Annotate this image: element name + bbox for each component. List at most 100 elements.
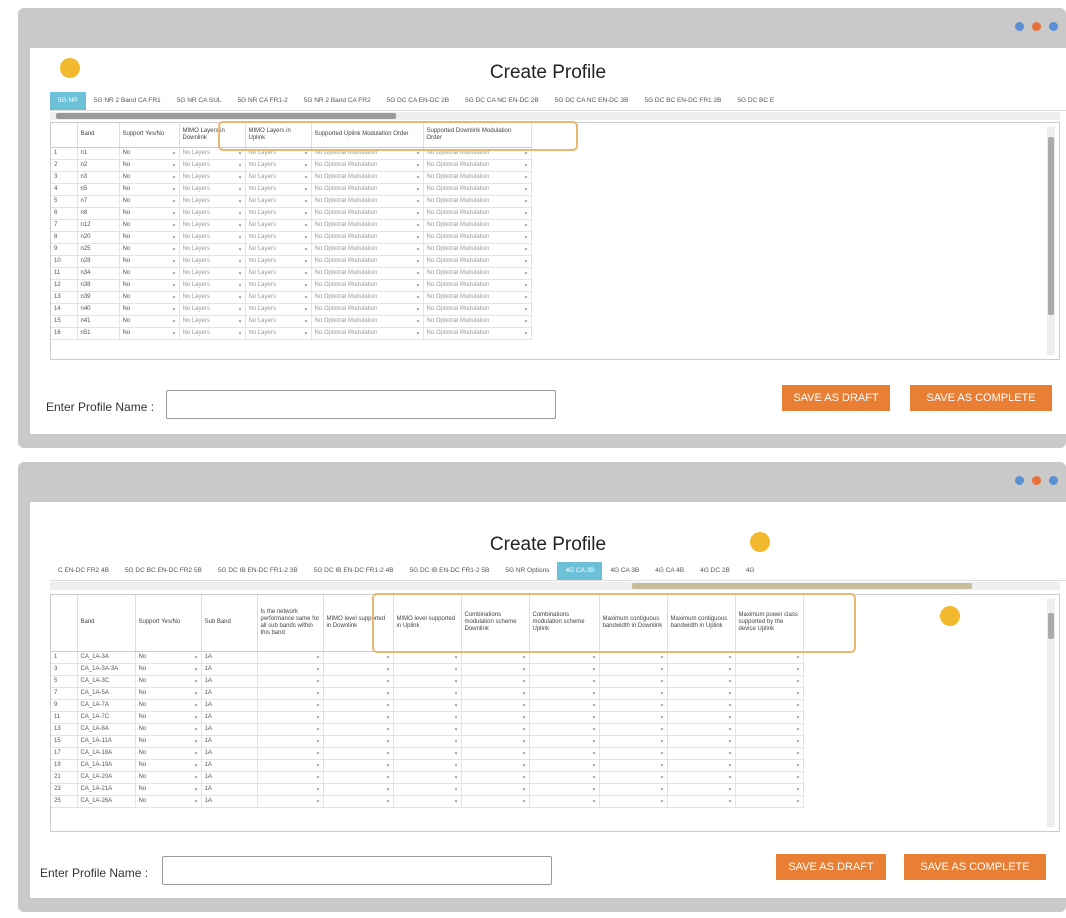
option-select[interactable]: ▾ (323, 759, 394, 772)
mimo-downlink-select[interactable]: No Layers ▾ (179, 327, 246, 340)
option-select[interactable]: ▾ (393, 663, 462, 676)
band-tab[interactable]: 5G DC BC E (729, 92, 782, 110)
downlink-modulation-select[interactable]: No Optional Modulation ▾ (423, 279, 532, 292)
option-select[interactable]: ▾ (257, 783, 324, 796)
downlink-modulation-select[interactable]: No Optional Modulation ▾ (423, 183, 532, 196)
scrollbar-thumb[interactable] (1048, 613, 1054, 639)
mimo-uplink-select[interactable]: No Layers ▾ (245, 327, 312, 340)
option-select[interactable]: ▾ (667, 699, 736, 712)
option-select[interactable]: ▾ (393, 747, 462, 760)
option-select[interactable]: ▾ (257, 735, 324, 748)
option-select[interactable]: ▾ (667, 687, 736, 700)
uplink-modulation-select[interactable]: No Optional Modulation ▾ (311, 171, 424, 184)
option-select[interactable]: ▾ (529, 735, 600, 748)
profile-name-input[interactable] (162, 856, 552, 885)
save-complete-button[interactable]: SAVE AS COMPLETE (904, 854, 1046, 880)
mimo-uplink-select[interactable]: No Layers ▾ (245, 255, 312, 268)
option-select[interactable]: ▾ (257, 663, 324, 676)
support-select[interactable]: No ▾ (119, 219, 180, 232)
option-select[interactable]: ▾ (257, 771, 324, 784)
uplink-modulation-select[interactable]: No Optional Modulation ▾ (311, 327, 424, 340)
support-select[interactable]: No ▾ (135, 735, 202, 748)
option-select[interactable]: ▾ (323, 747, 394, 760)
option-select[interactable]: ▾ (257, 759, 324, 772)
uplink-modulation-select[interactable]: No Optional Modulation ▾ (311, 243, 424, 256)
uplink-modulation-select[interactable]: No Optional Modulation ▾ (311, 279, 424, 292)
option-select[interactable]: ▾ (599, 723, 668, 736)
option-select[interactable]: ▾ (735, 735, 804, 748)
uplink-modulation-select[interactable]: No Optional Modulation ▾ (311, 195, 424, 208)
option-select[interactable]: ▾ (461, 759, 530, 772)
uplink-modulation-select[interactable]: No Optional Modulation ▾ (311, 315, 424, 328)
option-select[interactable]: ▾ (735, 675, 804, 688)
mimo-uplink-select[interactable]: No Layers ▾ (245, 195, 312, 208)
option-select[interactable]: ▾ (599, 759, 668, 772)
uplink-modulation-select[interactable]: No Optional Modulation ▾ (311, 183, 424, 196)
support-select[interactable]: No ▾ (119, 207, 180, 220)
support-select[interactable]: No ▾ (119, 183, 180, 196)
mimo-uplink-select[interactable]: No Layers ▾ (245, 231, 312, 244)
mimo-uplink-select[interactable]: No Layers ▾ (245, 267, 312, 280)
downlink-modulation-select[interactable]: No Optional Modulation ▾ (423, 267, 532, 280)
downlink-modulation-select[interactable]: No Optional Modulation ▾ (423, 195, 532, 208)
mimo-downlink-select[interactable]: No Layers ▾ (179, 267, 246, 280)
mimo-downlink-select[interactable]: No Layers ▾ (179, 303, 246, 316)
option-select[interactable]: ▾ (667, 675, 736, 688)
option-select[interactable]: ▾ (735, 795, 804, 808)
band-tab[interactable]: C EN-DC FR2 4B (50, 562, 117, 580)
option-select[interactable]: ▾ (529, 675, 600, 688)
option-select[interactable]: ▾ (599, 711, 668, 724)
band-tab[interactable]: 5G NR 2 Band CA FR1 (86, 92, 169, 110)
option-select[interactable]: ▾ (735, 687, 804, 700)
horizontal-scrollbar[interactable] (50, 582, 1060, 590)
downlink-modulation-select[interactable]: No Optional Modulation ▾ (423, 171, 532, 184)
uplink-modulation-select[interactable]: No Optional Modulation ▾ (311, 159, 424, 172)
support-select[interactable]: No ▾ (135, 771, 202, 784)
option-select[interactable]: ▾ (393, 771, 462, 784)
mimo-downlink-select[interactable]: No Layers ▾ (179, 231, 246, 244)
option-select[interactable]: ▾ (735, 783, 804, 796)
mimo-uplink-select[interactable]: No Layers ▾ (245, 291, 312, 304)
uplink-modulation-select[interactable]: No Optional Modulation ▾ (311, 267, 424, 280)
band-tab[interactable]: 5G DC IB EN-DC FR1-2 5B (402, 562, 498, 580)
support-select[interactable]: No ▾ (119, 195, 180, 208)
downlink-modulation-select[interactable]: No Optional Modulation ▾ (423, 243, 532, 256)
support-select[interactable]: No ▾ (135, 783, 202, 796)
option-select[interactable]: ▾ (529, 699, 600, 712)
support-select[interactable]: No ▾ (119, 231, 180, 244)
band-tab[interactable]: 4G (738, 562, 763, 580)
band-tab[interactable]: 5G DC BC EN-DC FR2 5B (117, 562, 210, 580)
band-tab[interactable]: 5G NR CA FR1-2 (230, 92, 296, 110)
option-select[interactable]: ▾ (529, 771, 600, 784)
option-select[interactable]: ▾ (461, 663, 530, 676)
support-select[interactable]: No ▾ (135, 699, 202, 712)
band-tab[interactable]: 5G NR 2 Band CA FR2 (296, 92, 379, 110)
scrollbar-thumb[interactable] (632, 583, 972, 589)
horizontal-scrollbar[interactable] (50, 112, 1060, 120)
downlink-modulation-select[interactable]: No Optional Modulation ▾ (423, 159, 532, 172)
option-select[interactable]: ▾ (323, 663, 394, 676)
window-dot-blue-2[interactable] (1049, 22, 1058, 31)
option-select[interactable]: ▾ (461, 795, 530, 808)
option-select[interactable]: ▾ (323, 735, 394, 748)
mimo-uplink-select[interactable]: No Layers ▾ (245, 183, 312, 196)
mimo-uplink-select[interactable]: No Layers ▾ (245, 171, 312, 184)
option-select[interactable]: ▾ (257, 795, 324, 808)
downlink-modulation-select[interactable]: No Optional Modulation ▾ (423, 315, 532, 328)
option-select[interactable]: ▾ (323, 675, 394, 688)
option-select[interactable]: ▾ (667, 663, 736, 676)
support-select[interactable]: No ▾ (119, 279, 180, 292)
uplink-modulation-select[interactable]: No Optional Modulation ▾ (311, 291, 424, 304)
save-complete-button[interactable]: SAVE AS COMPLETE (910, 385, 1052, 411)
option-select[interactable]: ▾ (529, 783, 600, 796)
option-select[interactable]: ▾ (393, 687, 462, 700)
scrollbar-thumb[interactable] (1048, 137, 1054, 315)
option-select[interactable]: ▾ (529, 723, 600, 736)
band-tab[interactable]: 5G DC IB EN-DC FR1-2 4B (306, 562, 402, 580)
option-select[interactable]: ▾ (393, 795, 462, 808)
band-tab[interactable]: 5G DC CA EN-DC 2B (379, 92, 458, 110)
option-select[interactable]: ▾ (667, 783, 736, 796)
mimo-uplink-select[interactable]: No Layers ▾ (245, 207, 312, 220)
mimo-downlink-select[interactable]: No Layers ▾ (179, 183, 246, 196)
option-select[interactable]: ▾ (529, 795, 600, 808)
